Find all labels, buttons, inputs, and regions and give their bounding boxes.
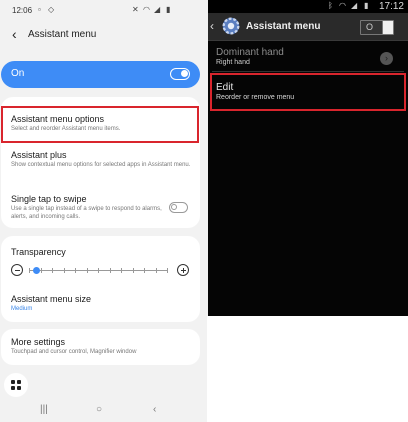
mute-icon: ✕ [132, 5, 139, 14]
right-screenshot: ᛒ ◠ ◢ ▮ 17:12 ‹ Assistant menu O Dominan… [208, 0, 408, 316]
slider-tick [75, 268, 76, 273]
master-switch[interactable]: O [360, 20, 394, 35]
item-subtitle: Use a single tap instead of a swipe to r… [11, 206, 162, 220]
blank-area [207, 316, 408, 422]
page-title: Assistant menu [28, 29, 97, 40]
plus-icon[interactable] [177, 264, 189, 276]
item-value: Right hand [216, 59, 250, 66]
slider-tick [86, 268, 88, 273]
minus-icon[interactable] [11, 264, 23, 276]
switch-track: O [361, 21, 382, 34]
assistant-plus-item[interactable]: Assistant plus Show contextual menu opti… [11, 150, 196, 170]
bluetooth-icon: ᛒ [328, 1, 333, 10]
left-screenshot: 12:06 ▫ ◇ ✕ ◠ ◢ ▮ ‹ Assistant menu On As… [0, 0, 208, 422]
page-title: Assistant menu [246, 21, 321, 32]
wifi-icon: ◠ [143, 5, 150, 14]
single-tap-to-swipe-item[interactable]: Single tap to swipe Use a single tap ins… [11, 194, 166, 221]
gear-icon[interactable] [220, 15, 242, 37]
slider-tick [98, 268, 99, 273]
item-title: Assistant plus [11, 150, 67, 160]
toggle-knob [171, 204, 177, 210]
transparency-item: Transparency [11, 247, 196, 257]
action-bar: ‹ Assistant menu O [208, 13, 408, 41]
slider-track[interactable] [29, 267, 168, 274]
notification-icon: ◇ [48, 5, 55, 14]
slider-tick [121, 268, 122, 273]
wifi-icon: ◠ [339, 1, 346, 10]
item-title: Transparency [11, 247, 66, 257]
highlight-box [210, 73, 406, 111]
home-icon[interactable]: ○ [96, 404, 102, 415]
apps-grid-icon[interactable] [4, 373, 28, 397]
status-time: 12:06 [12, 6, 33, 15]
slider-tick [29, 268, 30, 273]
divider [212, 71, 404, 72]
navigation-bar: ||| ○ ‹ [0, 402, 208, 422]
notification-icon: ▫ [38, 5, 41, 14]
item-subtitle: Show contextual menu options for selecte… [11, 162, 191, 168]
item-title: Single tap to swipe [11, 194, 87, 204]
recent-apps-icon[interactable]: ||| [40, 404, 48, 415]
app-header: ‹ Assistant menu [0, 22, 208, 50]
back-icon[interactable]: ‹ [210, 19, 214, 33]
back-icon[interactable]: ‹ [153, 404, 156, 415]
slider-thumb[interactable] [32, 267, 40, 274]
signal-icon: ◢ [154, 5, 161, 14]
slider-tick [155, 268, 157, 273]
back-arrow-icon[interactable]: ‹ [12, 26, 17, 42]
grid-dot [11, 380, 15, 384]
single-tap-toggle[interactable] [169, 202, 188, 213]
grid-dot [17, 386, 21, 390]
toggle-knob [181, 70, 188, 77]
status-time: 17:12 [378, 1, 404, 12]
master-switch-label: On [11, 68, 25, 79]
slider-tick [63, 268, 65, 273]
chevron-right-icon[interactable]: › [380, 52, 393, 65]
slider-tick [132, 268, 134, 273]
item-subtitle: Touchpad and cursor control, Magnifier w… [11, 349, 137, 355]
signal-icon: ◢ [351, 1, 358, 10]
item-title: Dominant hand [216, 47, 284, 58]
slider-tick [144, 268, 145, 273]
assistant-menu-size-item[interactable]: Assistant menu size Medium [11, 294, 196, 314]
slider-tick [40, 268, 42, 273]
status-bar: ᛒ ◠ ◢ ▮ 17:12 [208, 0, 408, 13]
slider-tick [109, 268, 111, 273]
slider-tick [52, 268, 53, 273]
highlight-box [1, 106, 199, 143]
battery-icon: ▮ [364, 1, 369, 10]
item-title: Assistant menu size [11, 294, 92, 304]
dominant-hand-item[interactable]: Dominant hand Right hand [216, 47, 396, 66]
switch-knob [383, 21, 393, 34]
battery-icon: ▮ [166, 5, 171, 14]
item-title: More settings [11, 337, 66, 347]
transparency-slider[interactable] [11, 264, 189, 278]
grid-dot [11, 386, 15, 390]
status-bar: 12:06 ▫ ◇ ✕ ◠ ◢ ▮ [0, 0, 208, 22]
slider-tick [167, 268, 168, 273]
master-toggle[interactable] [170, 68, 190, 80]
switch-label: O [366, 22, 374, 32]
grid-dot [17, 380, 21, 384]
item-value: Medium [11, 306, 33, 312]
more-settings-item[interactable]: More settings Touchpad and cursor contro… [11, 337, 196, 357]
master-switch-bar[interactable]: On [1, 61, 200, 88]
